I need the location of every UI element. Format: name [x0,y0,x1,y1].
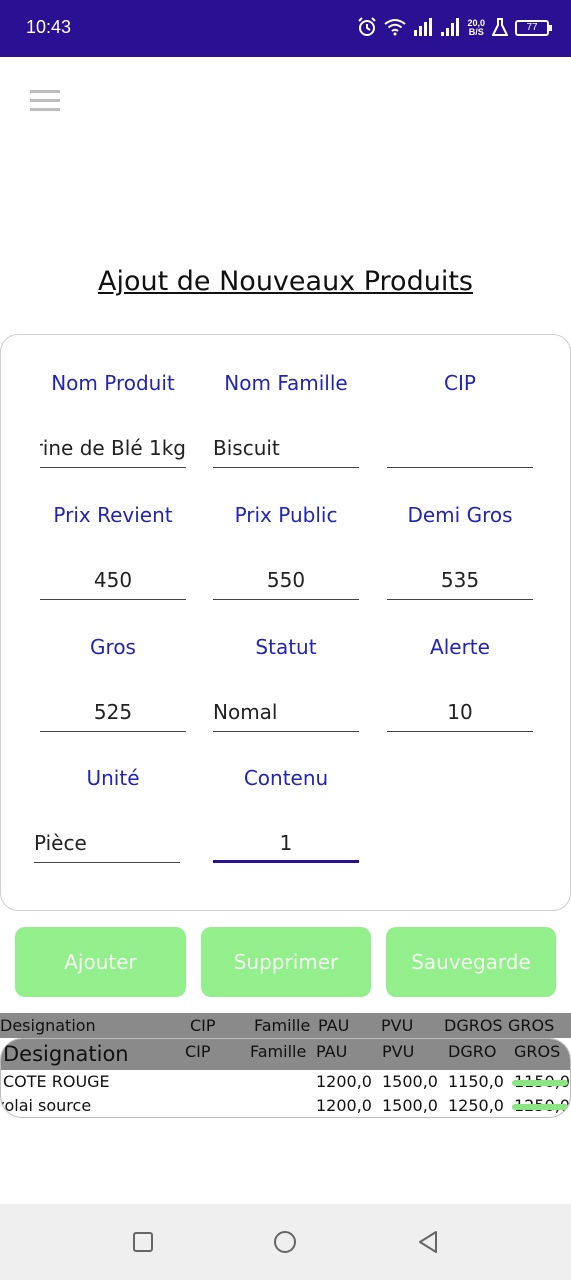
alerte-field[interactable]: 10 [387,692,533,732]
label-cip: CIP [444,371,476,395]
col-gros: GROS [508,1016,555,1035]
wifi-icon [384,18,407,39]
battery-icon: 77 [515,20,552,36]
cell-pvu: 1500,0 [382,1072,438,1091]
highlight-mark [512,1080,568,1086]
menu-icon[interactable] [30,90,60,112]
system-nav-bar [0,1204,571,1280]
col-dgros: DGRO [448,1042,497,1061]
net-speed: 20,0 B/S [467,19,485,37]
alarm-icon [357,16,377,40]
col-cip: CIP [190,1016,216,1035]
nom-produit-field[interactable]: arine de Blé 1kg [40,428,186,468]
cell-designation: volai source [0,1096,92,1115]
unite-field[interactable]: Pièce [34,823,180,863]
cell-designation: COTE ROUGE [3,1072,110,1091]
col-pau: PAU [316,1042,348,1061]
prix-revient-field[interactable]: 450 [40,560,186,600]
cell-pau: 1200,0 [316,1072,372,1091]
back-icon[interactable] [416,1230,440,1254]
col-pau: PAU [318,1016,350,1035]
col-famille: Famille [250,1042,307,1061]
cell-dgros: 1150,0 [448,1072,504,1091]
page-title: Ajout de Nouveaux Produits [98,266,473,297]
contenu-field[interactable]: 1 [213,823,359,863]
col-dgros: DGROS [444,1016,503,1035]
cell-pvu: 1500,0 [382,1096,438,1115]
status-icons: 20,0 B/S 77 [357,15,552,41]
signal-icon [413,17,433,39]
nom-famille-field[interactable]: Biscuit [213,428,359,468]
statut-field[interactable]: Nomal [213,692,359,732]
col-gros: GROS [514,1042,561,1061]
label-unite: Unité [86,766,140,790]
gros-field[interactable]: 525 [40,692,186,732]
product-table[interactable]: Designation CIP Famille PAU PVU DGRO GRO… [0,1038,571,1118]
label-alerte: Alerte [430,635,490,659]
col-designation: Designation [0,1016,96,1035]
net-speed-unit: B/S [468,27,484,37]
cip-field[interactable] [387,428,533,468]
col-designation: Designation [3,1042,129,1066]
status-time: 10:43 [26,17,72,37]
product-form: Nom Produit Nom Famille CIP arine de Blé… [0,334,571,911]
home-icon[interactable] [273,1230,297,1254]
recent-apps-icon[interactable] [131,1230,155,1254]
col-pvu: PVU [382,1042,415,1061]
prix-public-field[interactable]: 550 [213,560,359,600]
signal-icon [440,17,460,39]
label-gros: Gros [90,635,136,659]
beaker-icon [491,17,509,39]
table-header-inner: Designation CIP Famille PAU PVU DGRO GRO… [1,1039,570,1070]
cell-dgros: 1250,0 [448,1096,504,1115]
highlight-mark [512,1104,568,1110]
label-statut: Statut [255,635,317,659]
table-row[interactable]: volai source 1200,0 1500,0 1250,0 1250,0 [0,1094,570,1117]
label-prix-revient: Prix Revient [53,503,173,527]
label-nom-produit: Nom Produit [51,371,175,395]
status-bar: 10:43 20,0 B/S 77 [0,0,571,57]
demi-gros-field[interactable]: 535 [387,560,533,600]
add-button[interactable]: Ajouter [15,927,186,997]
label-nom-famille: Nom Famille [224,371,348,395]
table-row[interactable]: COTE ROUGE 1200,0 1500,0 1150,0 1150,0 [1,1070,570,1094]
label-demi-gros: Demi Gros [407,503,513,527]
label-prix-public: Prix Public [234,503,338,527]
save-button[interactable]: Sauvegarde [386,927,556,997]
col-pvu: PVU [381,1016,414,1035]
label-contenu: Contenu [243,766,329,790]
delete-button[interactable]: Supprimer [201,927,371,997]
col-cip: CIP [185,1042,211,1061]
table-header-outer: Designation CIP Famille PAU PVU DGROS GR… [0,1013,571,1038]
col-famille: Famille [254,1016,311,1035]
cell-pau: 1200,0 [316,1096,372,1115]
